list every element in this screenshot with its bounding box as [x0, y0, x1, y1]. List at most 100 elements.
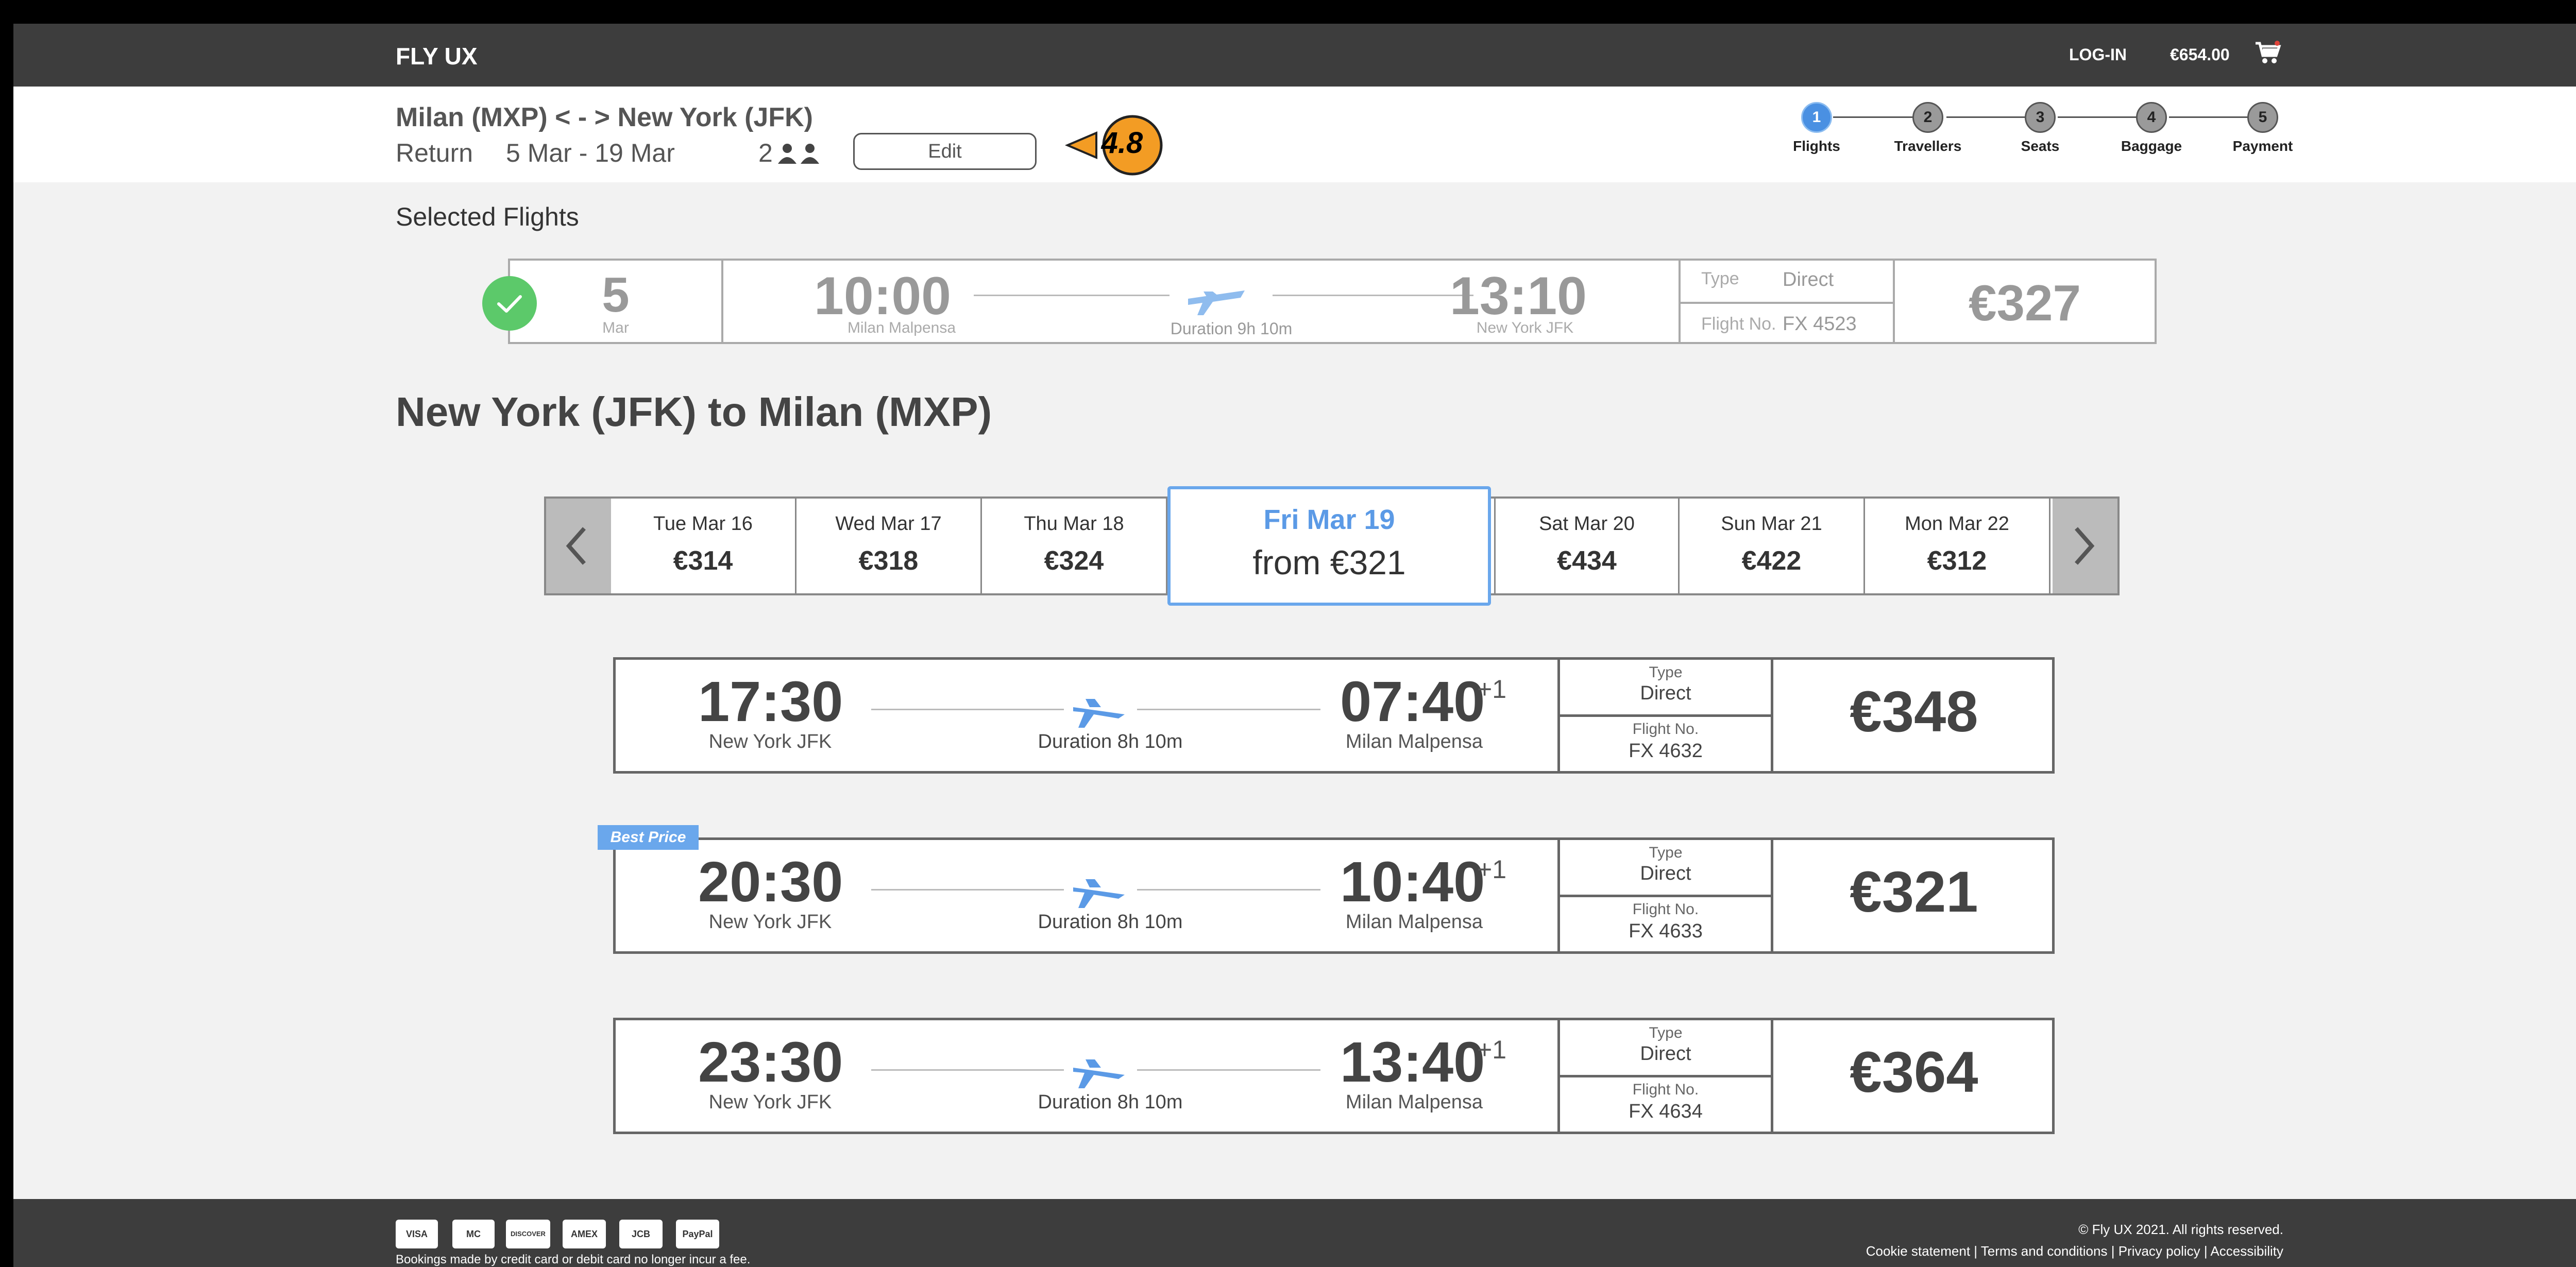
footer: VISA MC DISCOVER AMEX JCB PayPal Booking…: [13, 1199, 2576, 1267]
card-divider: [1560, 895, 1772, 897]
route-line: [1137, 709, 1320, 710]
flight-duration: Duration 8h 10m: [1038, 911, 1183, 933]
selected-type-value: Direct: [1783, 269, 1834, 290]
date-label: Mon Mar 22: [1905, 513, 2009, 535]
accessibility-link[interactable]: Accessibility: [2210, 1243, 2283, 1259]
edit-trip-button[interactable]: Edit: [853, 133, 1037, 170]
route-line: [871, 889, 1064, 891]
selected-duration: Duration 9h 10m: [1170, 319, 1293, 338]
selected-flight-price: €327: [1968, 275, 2081, 331]
date-option[interactable]: Thu Mar 18 €324: [982, 499, 1167, 593]
app-frame: FLY UX LOG-IN €654.00 Milan (MXP) < - > …: [13, 24, 2576, 1267]
type-value: Direct: [1640, 863, 1691, 884]
step-seats[interactable]: 3 Seats: [1999, 102, 2081, 155]
step-number: 3: [2025, 102, 2056, 133]
type-label: Type: [1649, 844, 1683, 861]
arrival-time: 10:40: [1340, 850, 1485, 914]
type-label: Type: [1649, 664, 1683, 681]
route-line: [974, 295, 1170, 296]
cart-total[interactable]: €654.00: [2170, 45, 2230, 64]
date-price: €314: [673, 546, 733, 576]
step-flights[interactable]: 1 Flights: [1775, 102, 1858, 155]
best-price-badge: Best Price: [598, 825, 699, 850]
card-divider: [1679, 261, 1681, 342]
day-offset: +1: [1477, 855, 1507, 884]
date-price: €324: [1044, 546, 1104, 576]
terms-link[interactable]: Terms and conditions: [1981, 1243, 2108, 1259]
plane-icon: [1073, 699, 1125, 728]
type-label: Type: [1649, 1024, 1683, 1041]
type-value: Direct: [1640, 1043, 1691, 1065]
departure-time: 20:30: [698, 850, 843, 914]
arrival-airport: Milan Malpensa: [1345, 1091, 1483, 1113]
copyright: © Fly UX 2021. All rights reserved.: [2078, 1222, 2283, 1237]
flight-option-card[interactable]: 17:30 New York JFK Duration 8h 10m 07:40…: [613, 657, 2055, 774]
step-number: 1: [1801, 102, 1832, 133]
flight-no-label: Flight No.: [1632, 901, 1699, 918]
step-baggage[interactable]: 4 Baggage: [2110, 102, 2193, 155]
flight-option-card[interactable]: 23:30 New York JFK Duration 8h 10m 13:40…: [613, 1018, 2055, 1134]
selected-arrival-airport: New York JFK: [1476, 319, 1574, 336]
card-divider: [1681, 302, 1893, 304]
route-line: [871, 709, 1064, 710]
brand-logo[interactable]: FLY UX: [396, 42, 478, 70]
date-option[interactable]: Tue Mar 16 €314: [611, 499, 796, 593]
next-dates-button[interactable]: [2053, 499, 2117, 593]
flight-no-value: FX 4632: [1629, 740, 1703, 762]
card-divider: [1893, 261, 1895, 342]
date-label: Sat Mar 20: [1539, 513, 1635, 535]
selected-arrival-time: 13:10: [1450, 266, 1587, 326]
amex-icon: AMEX: [563, 1220, 606, 1248]
step-label: Baggage: [2121, 138, 2182, 154]
step-number: 2: [1912, 102, 1943, 133]
date-price: from €321: [1252, 543, 1406, 581]
selected-flight-card[interactable]: 5 Mar 10:00 Milan Malpensa Duration 9h 1…: [508, 259, 2157, 344]
card-divider: [1560, 714, 1772, 717]
date-option[interactable]: Sat Mar 20 €434: [1494, 499, 1680, 593]
flight-price: €321: [1850, 860, 1978, 924]
date-label: Thu Mar 18: [1024, 513, 1124, 535]
date-option[interactable]: Sun Mar 21 €422: [1680, 499, 1865, 593]
trip-type: Return: [396, 139, 473, 167]
date-price: €434: [1557, 546, 1617, 576]
trip-route: Milan (MXP) < - > New York (JFK): [396, 102, 813, 132]
cart-icon[interactable]: [2255, 40, 2281, 65]
jcb-icon: JCB: [619, 1220, 663, 1248]
chevron-left-icon: [566, 527, 586, 565]
step-label: Travellers: [1894, 138, 1962, 154]
privacy-policy-link[interactable]: Privacy policy: [2119, 1243, 2200, 1259]
step-label: Payment: [2232, 138, 2293, 154]
date-option[interactable]: Wed Mar 17 €318: [796, 499, 982, 593]
step-number: 4: [2136, 102, 2167, 133]
footer-note: Bookings made by credit card or debit ca…: [396, 1253, 751, 1266]
visa-icon: VISA: [396, 1220, 438, 1248]
login-link[interactable]: LOG-IN: [2069, 45, 2127, 64]
date-option[interactable]: Mon Mar 22 €312: [1865, 499, 2050, 593]
paypal-icon: PayPal: [676, 1220, 719, 1248]
cookie-statement-link[interactable]: Cookie statement: [1866, 1243, 1970, 1259]
selected-flight-month: Mar: [602, 319, 629, 336]
departure-airport: New York JFK: [708, 1091, 832, 1113]
previous-dates-button[interactable]: [546, 499, 611, 593]
selected-departure-airport: Milan Malpensa: [847, 319, 956, 336]
flight-option-card[interactable]: 20:30 New York JFK Duration 8h 10m 10:40…: [613, 837, 2055, 954]
card-divider: [1771, 1020, 1773, 1132]
date-label: Tue Mar 16: [653, 513, 753, 535]
step-number: 5: [2247, 102, 2278, 133]
card-divider: [1560, 1075, 1772, 1077]
selected-flights-heading: Selected Flights: [396, 202, 579, 231]
passenger-count: 2: [758, 139, 773, 167]
card-divider: [1771, 660, 1773, 771]
step-payment[interactable]: 5 Payment: [2222, 102, 2304, 155]
date-option-selected[interactable]: Fri Mar 19 from €321: [1167, 486, 1491, 606]
step-travellers[interactable]: 2 Travellers: [1887, 102, 1969, 155]
selected-flight-day: 5: [602, 267, 630, 322]
selected-flight-no-value: FX 4523: [1783, 313, 1857, 335]
footer-links: Cookie statement | Terms and conditions …: [1866, 1243, 2283, 1259]
departure-airport: New York JFK: [708, 911, 832, 933]
passengers-icon: [778, 144, 819, 164]
mastercard-icon: MC: [452, 1220, 495, 1248]
discover-icon: DISCOVER: [506, 1220, 550, 1248]
plane-icon: [1073, 1059, 1125, 1088]
day-offset: +1: [1477, 675, 1507, 704]
